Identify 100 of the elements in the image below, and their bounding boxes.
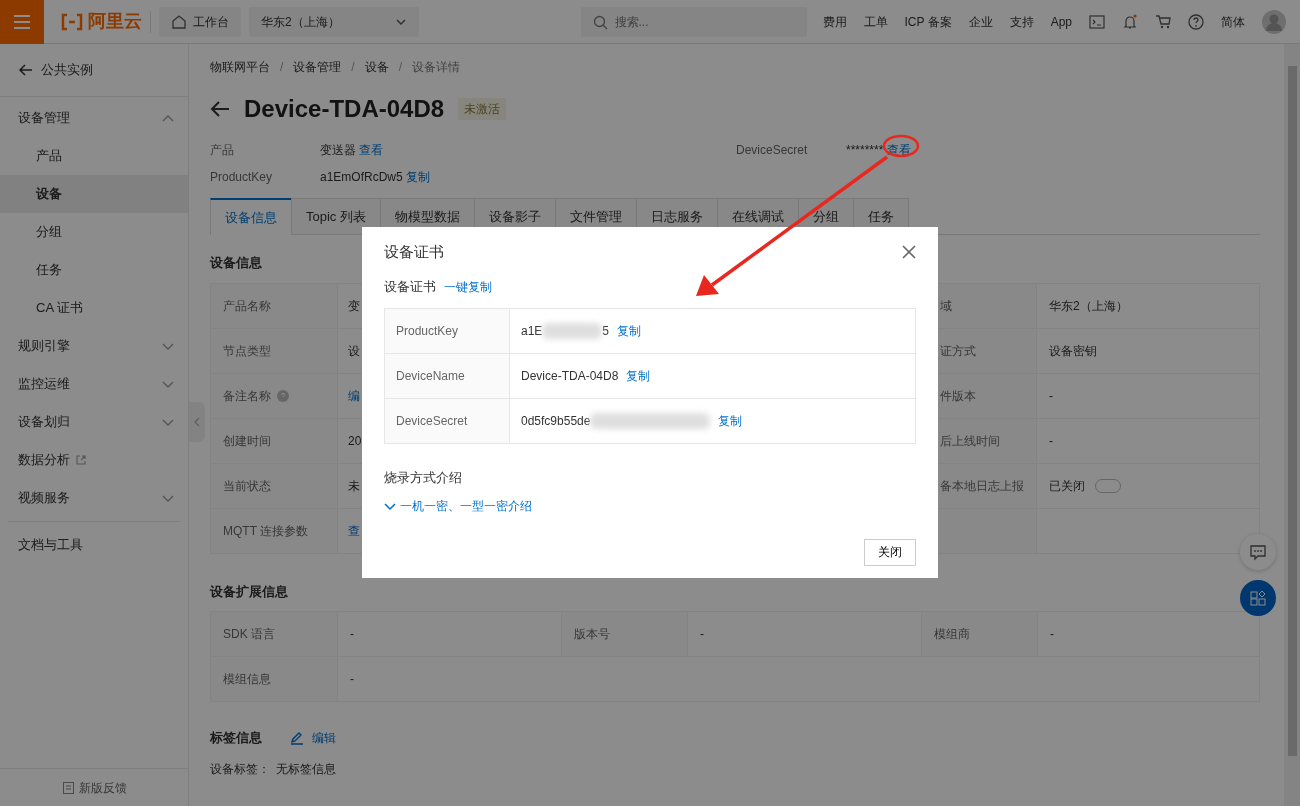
label-cell: 当前状态 <box>211 463 338 509</box>
sidebar-item[interactable]: 设备管理 <box>0 99 188 137</box>
table-cell-text: - <box>350 626 354 643</box>
label-cell-text: DeviceSecret <box>396 412 468 430</box>
label-cell: 备注名称 <box>211 373 338 419</box>
feedback-link[interactable]: 新版反馈 <box>0 768 188 806</box>
table-cell-text: 未 <box>348 477 360 495</box>
breadcrumb-separator: / <box>398 58 403 76</box>
label-cell-text: 证方式 <box>940 342 976 360</box>
language-link[interactable]: 简体 <box>1221 12 1245 31</box>
bell-icon[interactable] <box>1122 13 1138 30</box>
table-link[interactable]: 编 <box>348 386 360 405</box>
section-title: 烧录方式介绍 <box>384 468 463 487</box>
top-nav-link[interactable]: 费用 <box>822 12 847 31</box>
label-cell-text: DeviceName <box>396 367 465 385</box>
field-label: 设备标签： <box>210 760 270 778</box>
chevron-left-icon <box>193 417 201 427</box>
sidebar-subitem[interactable]: CA 证书 <box>0 289 188 327</box>
table-cell-text: 华东2（上海） <box>1049 297 1128 315</box>
expand-link[interactable]: 一机一密、一型一密介绍 <box>384 497 532 515</box>
top-nav-link[interactable]: ICP 备案 <box>904 12 952 31</box>
copy-link[interactable]: 复制 <box>626 366 651 385</box>
label-cell: 产品名称 <box>211 283 338 329</box>
breadcrumb-current: 设备详情 <box>412 58 461 76</box>
table-cell-text: - <box>350 671 354 688</box>
status-badge: 未激活 <box>458 98 507 120</box>
workbench-button[interactable]: 工作台 <box>159 6 241 37</box>
sidebar-subitem[interactable]: 分组 <box>0 213 188 251</box>
scrollbar-thumb[interactable] <box>1287 66 1297 756</box>
menu-button[interactable] <box>0 0 44 44</box>
collapse-handle[interactable] <box>189 402 205 442</box>
label-cell-text: 域 <box>940 297 952 315</box>
back-link[interactable]: 公共实例 <box>0 44 188 96</box>
action-link[interactable]: 复制 <box>406 170 431 184</box>
breadcrumb-separator: / <box>280 58 284 76</box>
cart-icon[interactable] <box>1155 13 1171 30</box>
highlight-ellipse <box>882 134 920 158</box>
top-nav-link[interactable]: 企业 <box>968 12 993 31</box>
field-value: 无标签信息 <box>276 760 336 778</box>
label-cell-text: 模组商 <box>934 626 970 643</box>
label-cell: 节点类型 <box>211 328 338 374</box>
chevron-down-icon <box>384 500 396 512</box>
section-title: 设备信息 <box>210 254 263 272</box>
field-value: ******** <box>846 143 884 157</box>
section-title: 标签信息 <box>210 729 262 747</box>
close-button[interactable]: 关闭 <box>864 538 916 566</box>
avatar-icon[interactable] <box>1262 9 1286 34</box>
label-cell-text: 备本地日志上报 <box>940 477 1024 495</box>
table-cell-text: 设备密钥 <box>1049 342 1097 360</box>
back-arrow-icon[interactable] <box>210 99 230 119</box>
pencil-icon <box>290 730 304 745</box>
device-title: Device-TDA-04D8 <box>244 94 445 124</box>
sidebar-item[interactable]: 设备划归 <box>0 403 188 441</box>
sidebar-item[interactable]: 规则引擎 <box>0 327 188 365</box>
close-icon[interactable] <box>902 245 916 259</box>
table-cell-text: - <box>1049 387 1053 405</box>
document-icon <box>61 780 75 795</box>
top-nav-link[interactable]: 工单 <box>863 12 888 31</box>
table-cell-text: 20 <box>348 432 362 450</box>
sidebar-item[interactable]: 监控运维 <box>0 365 188 403</box>
terminal-icon[interactable] <box>1089 13 1105 30</box>
table-cell-text: Device-TDA-04D8 <box>521 367 619 385</box>
sidebar-subitem[interactable]: 设备 <box>0 175 188 213</box>
home-icon <box>171 13 187 30</box>
label-cell-text: ProductKey <box>396 322 459 340</box>
section-title: 设备扩展信息 <box>210 582 289 601</box>
chat-button[interactable] <box>1240 534 1276 570</box>
apps-button[interactable] <box>1240 580 1276 616</box>
sidebar-item[interactable]: 视频服务 <box>0 479 188 517</box>
copy-link[interactable]: 复制 <box>617 321 642 340</box>
region-dropdown[interactable]: 华东2（上海） <box>249 6 419 37</box>
table-cell-text: 设 <box>348 342 360 360</box>
breadcrumb-link[interactable]: 设备管理 <box>293 57 342 76</box>
toggle-switch[interactable] <box>1095 478 1121 493</box>
section-title: 设备证书 <box>384 278 436 296</box>
copy-link[interactable]: 复制 <box>718 411 743 430</box>
action-link[interactable]: 查看 <box>359 143 384 157</box>
tab[interactable]: Topic 列表 <box>291 198 381 234</box>
label-cell-text: 件版本 <box>940 387 976 405</box>
external-link-icon <box>75 454 87 466</box>
top-nav-link[interactable]: 支持 <box>1009 12 1034 31</box>
label-cell: MQTT 连接参数 <box>211 508 338 554</box>
breadcrumb-link[interactable]: 物联网平台 <box>210 57 270 76</box>
breadcrumb-separator: / <box>351 58 355 76</box>
tab[interactable]: 设备信息 <box>210 198 292 235</box>
table-link[interactable]: 查 <box>348 521 360 540</box>
top-nav-link[interactable]: App <box>1050 12 1072 31</box>
label-cell-text: 后上线时间 <box>940 432 1000 450</box>
label-cell: 创建时间 <box>211 418 338 464</box>
edit-link[interactable]: 编辑 <box>290 728 336 747</box>
sidebar-item[interactable]: 数据分析 <box>0 441 188 479</box>
sidebar-subitem[interactable]: 任务 <box>0 251 188 289</box>
sidebar-item[interactable]: 文档与工具 <box>0 526 188 564</box>
sidebar-subitem[interactable]: 产品 <box>0 137 188 175</box>
help-icon[interactable] <box>1188 13 1204 30</box>
field-label: 产品 <box>210 142 235 159</box>
field-label: ProductKey <box>210 169 274 186</box>
breadcrumb-link[interactable]: 设备 <box>364 57 389 76</box>
copy-all-link[interactable]: 一键复制 <box>444 277 492 296</box>
table-cell-text: - <box>1049 432 1053 450</box>
